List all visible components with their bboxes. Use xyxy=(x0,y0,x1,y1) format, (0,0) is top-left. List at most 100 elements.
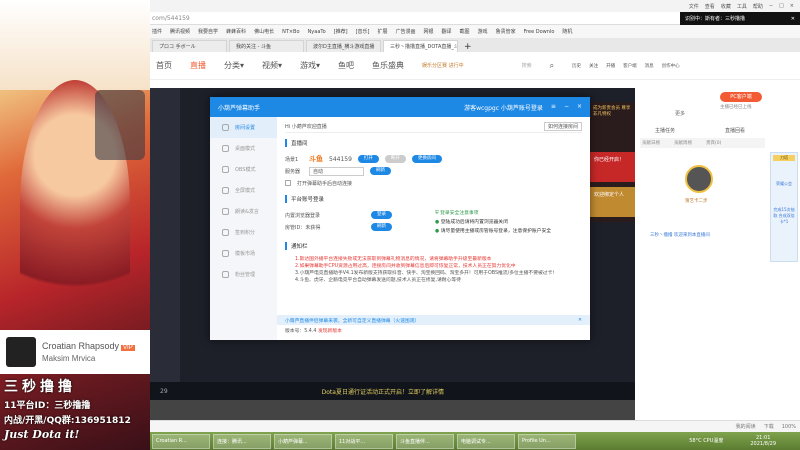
change-room-button[interactable]: 更换房间 xyxy=(411,155,442,163)
refresh-button[interactable]: 刷新 xyxy=(370,167,391,175)
reading-mode[interactable]: 我的阅读 xyxy=(736,423,756,430)
message-icon[interactable]: 消息 xyxy=(645,63,654,69)
promo-vip[interactable]: 成为新贵会员 尊享非凡特权 xyxy=(590,102,635,120)
menu-view[interactable]: 查看 xyxy=(705,3,715,10)
bookmark[interactable]: Free Downlo xyxy=(524,29,555,35)
rank-title[interactable]: 主播任务 xyxy=(655,127,675,134)
search-input[interactable]: 搜索 xyxy=(522,62,532,69)
taskbar-item[interactable]: Profile Un... xyxy=(518,433,576,449)
open-button[interactable]: 打开 xyxy=(357,155,379,163)
nav-home[interactable]: 首页 xyxy=(156,60,172,71)
bookmark[interactable]: 游戏 xyxy=(478,28,488,35)
tip-banner[interactable]: 小葫芦直播伴侣弹幕来袭，全新可自定义直播弹幕（火速围观） ✕ xyxy=(277,315,590,325)
bookmark[interactable]: NT×Bo xyxy=(282,29,299,35)
bookmark[interactable]: [音乐] xyxy=(356,28,370,35)
taskbar-item[interactable]: 连接：腾讯... xyxy=(213,433,271,449)
top-user-name[interactable]: 猜艺卡二步 xyxy=(685,198,708,204)
tab[interactable]: 我的关注 - 斗鱼 xyxy=(229,40,304,52)
replay-link[interactable]: 直播回看 xyxy=(725,127,745,134)
tab-vip[interactable]: 贵宾(0) xyxy=(706,140,721,146)
bookmark[interactable]: 佛山电长 xyxy=(254,28,274,35)
nav-game[interactable]: 游戏▾ xyxy=(300,60,320,71)
tab-active[interactable]: 三秒丶撸撸直播_DOTA直播_斗鱼 xyxy=(383,40,458,52)
refresh-admin-button[interactable]: 刷新 xyxy=(371,223,392,231)
minimize-icon[interactable]: − xyxy=(564,103,569,112)
zoom-level[interactable]: 100% xyxy=(782,424,796,430)
bookmark[interactable]: 鲁贵管家 xyxy=(496,28,516,35)
downloads[interactable]: 下载 xyxy=(764,423,774,430)
bookmark[interactable]: NyaaTo xyxy=(308,29,326,35)
sidebar-item-desktop-mode[interactable]: 桌面模式 xyxy=(210,138,277,159)
tab[interactable]: プロコ 手ボール xyxy=(152,40,227,52)
bookmark[interactable]: 翻译 xyxy=(442,28,452,35)
bookmark[interactable]: [推荐] xyxy=(334,28,348,35)
more-button[interactable]: 更多 xyxy=(675,110,685,117)
close-icon[interactable]: ✕ xyxy=(791,16,795,22)
search-icon[interactable]: ⌕ xyxy=(550,61,554,71)
nav-fishbar[interactable]: 鱼吧 xyxy=(338,60,354,71)
tab-day-rank[interactable]: 贡献日榜 xyxy=(642,140,660,146)
taskbar-item[interactable]: Croatian R... xyxy=(152,433,210,449)
menu-file[interactable]: 文件 xyxy=(689,3,699,10)
menu-help[interactable]: 帮助 xyxy=(753,3,763,10)
follow-icon[interactable]: 关注 xyxy=(589,63,598,69)
sidebar-item-obs-mode[interactable]: OBS模式 xyxy=(210,159,277,180)
promo-banner[interactable]: 欢迎绑定个人 xyxy=(590,187,635,217)
pc-client-button[interactable]: PC客户端 xyxy=(720,92,762,102)
maximize-icon[interactable]: □ xyxy=(779,3,784,9)
broadcast-icon[interactable]: 开播 xyxy=(606,63,615,69)
top-user-avatar[interactable] xyxy=(685,165,713,193)
bookmark[interactable]: 我要自学 xyxy=(198,28,218,35)
dialog-content: Hi 小葫芦欢迎直播 如何连接房间 直播间 场景1 斗鱼 544159 打开 断… xyxy=(277,117,590,340)
task-card[interactable]: 刀塔 荣耀公会 完成15次抽取 合成双倍卡*1 xyxy=(770,152,798,262)
bookmark[interactable]: 插件 xyxy=(152,28,162,35)
tip-text[interactable]: 小葫芦直播伴侣弹幕来袭，全新可自定义直播弹幕（火速围观） xyxy=(285,317,419,324)
login-button[interactable]: 登录 xyxy=(371,211,392,219)
client-icon[interactable]: 客户端 xyxy=(623,63,637,69)
taskbar-item[interactable]: 斗鱼直播伴... xyxy=(396,433,454,449)
bookmark[interactable]: 广告漫画 xyxy=(395,28,415,35)
taskbar-item[interactable]: 小葫芦弹幕... xyxy=(274,433,332,449)
nav-video[interactable]: 视频▾ xyxy=(262,60,282,71)
menu-tools[interactable]: 工具 xyxy=(737,3,747,10)
auto-connect-checkbox[interactable] xyxy=(285,180,291,186)
tab-week-rank[interactable]: 贡献周榜 xyxy=(674,140,692,146)
account-login-link[interactable]: 游客wcgpgc 小葫芦账号登录 xyxy=(464,103,543,112)
bookmark[interactable]: 蜂蜂百科 xyxy=(226,28,246,35)
event-badge[interactable]: 娱乐分区赛 进行中 xyxy=(422,62,464,69)
close-icon[interactable]: × xyxy=(790,3,794,9)
sidebar-label: 粉丝管理 xyxy=(235,272,256,278)
promo-banner[interactable]: 你已经开启！ xyxy=(590,152,635,182)
bookmark[interactable]: 随机 xyxy=(562,28,572,35)
player-notice[interactable]: Dota夏日通行证活动正式开启！立即了解详情 xyxy=(322,387,444,396)
sidebar-item-checkin[interactable]: 签到积分 xyxy=(210,222,277,243)
server-select[interactable]: 自动 xyxy=(309,166,364,176)
close-icon[interactable]: ✕ xyxy=(578,318,582,323)
menu-favorites[interactable]: 收藏 xyxy=(721,3,731,10)
new-version-link[interactable]: 发现新版本 xyxy=(318,329,342,334)
toast-text: 识别中：斯有者：三秒撸撸 xyxy=(685,16,746,22)
tab[interactable]: 波尔D主直播_横斗游戏直播 xyxy=(306,40,381,52)
menu-icon[interactable]: ≡ xyxy=(551,103,556,112)
new-tab-button[interactable]: + xyxy=(460,42,476,52)
disconnect-button[interactable]: 断开 xyxy=(384,155,406,163)
minimize-icon[interactable]: − xyxy=(769,3,773,9)
taskbar-item[interactable]: 11对战平... xyxy=(335,433,393,449)
bookmark[interactable]: 网银 xyxy=(424,28,434,35)
sidebar-item-templates[interactable]: 模板市场 xyxy=(210,243,277,264)
nav-festival[interactable]: 鱼乐盛典 xyxy=(372,60,404,71)
nav-category[interactable]: 分类▾ xyxy=(224,60,244,71)
bookmark[interactable]: 扩展 xyxy=(377,28,387,35)
sidebar-item-fullscreen-mode[interactable]: 全屏模式 xyxy=(210,180,277,201)
nav-live[interactable]: 直播 xyxy=(190,60,206,71)
close-icon[interactable]: × xyxy=(577,103,582,112)
bookmark[interactable]: 截图 xyxy=(460,28,470,35)
sidebar-item-read-speak[interactable]: 朗读&发言 xyxy=(210,201,277,222)
taskbar-item[interactable]: 电脑调试专... xyxy=(457,433,515,449)
bookmark[interactable]: 腾讯视频 xyxy=(170,28,190,35)
sidebar-item-fans[interactable]: 粉丝管理 xyxy=(210,264,277,285)
creator-icon[interactable]: 创作中心 xyxy=(662,63,680,69)
history-icon[interactable]: 历史 xyxy=(572,63,581,69)
connect-help-button[interactable]: 如何连接房间 xyxy=(543,122,582,131)
sidebar-item-room-settings[interactable]: 房间设置 xyxy=(210,117,277,138)
